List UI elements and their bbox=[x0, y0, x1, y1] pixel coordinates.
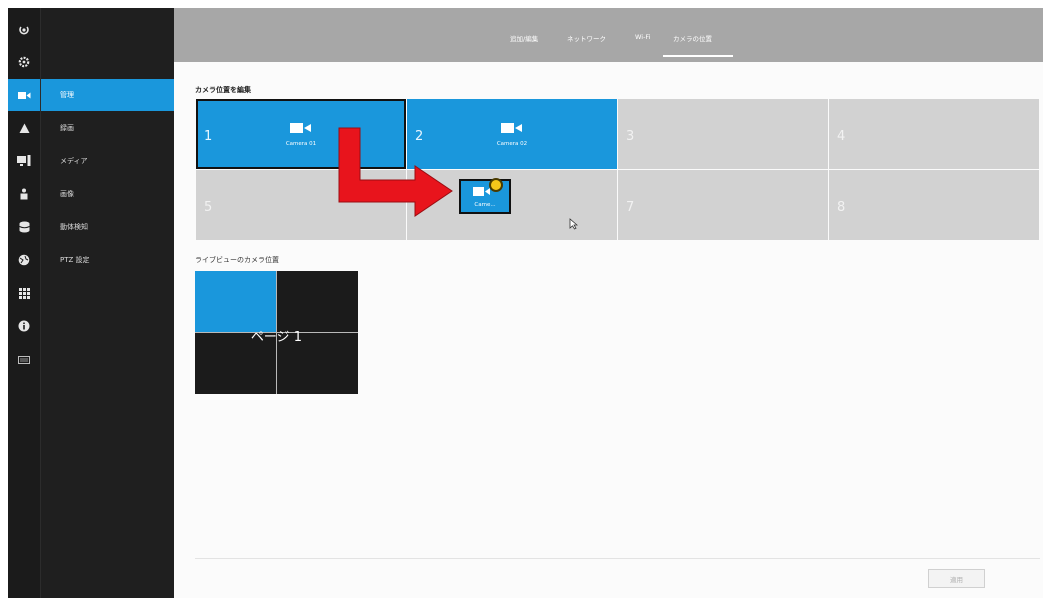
app-window: 管理 録画 メディア 画像 動体検知 PTZ 設定 追加/編集 ネットワーク W… bbox=[0, 0, 1043, 598]
mouse-cursor-icon bbox=[569, 218, 578, 230]
dragged-camera-label: Came... bbox=[474, 202, 496, 208]
camera-icon bbox=[473, 187, 490, 196]
drag-badge-icon bbox=[489, 178, 503, 192]
drag-arrow-annotation bbox=[338, 127, 453, 217]
